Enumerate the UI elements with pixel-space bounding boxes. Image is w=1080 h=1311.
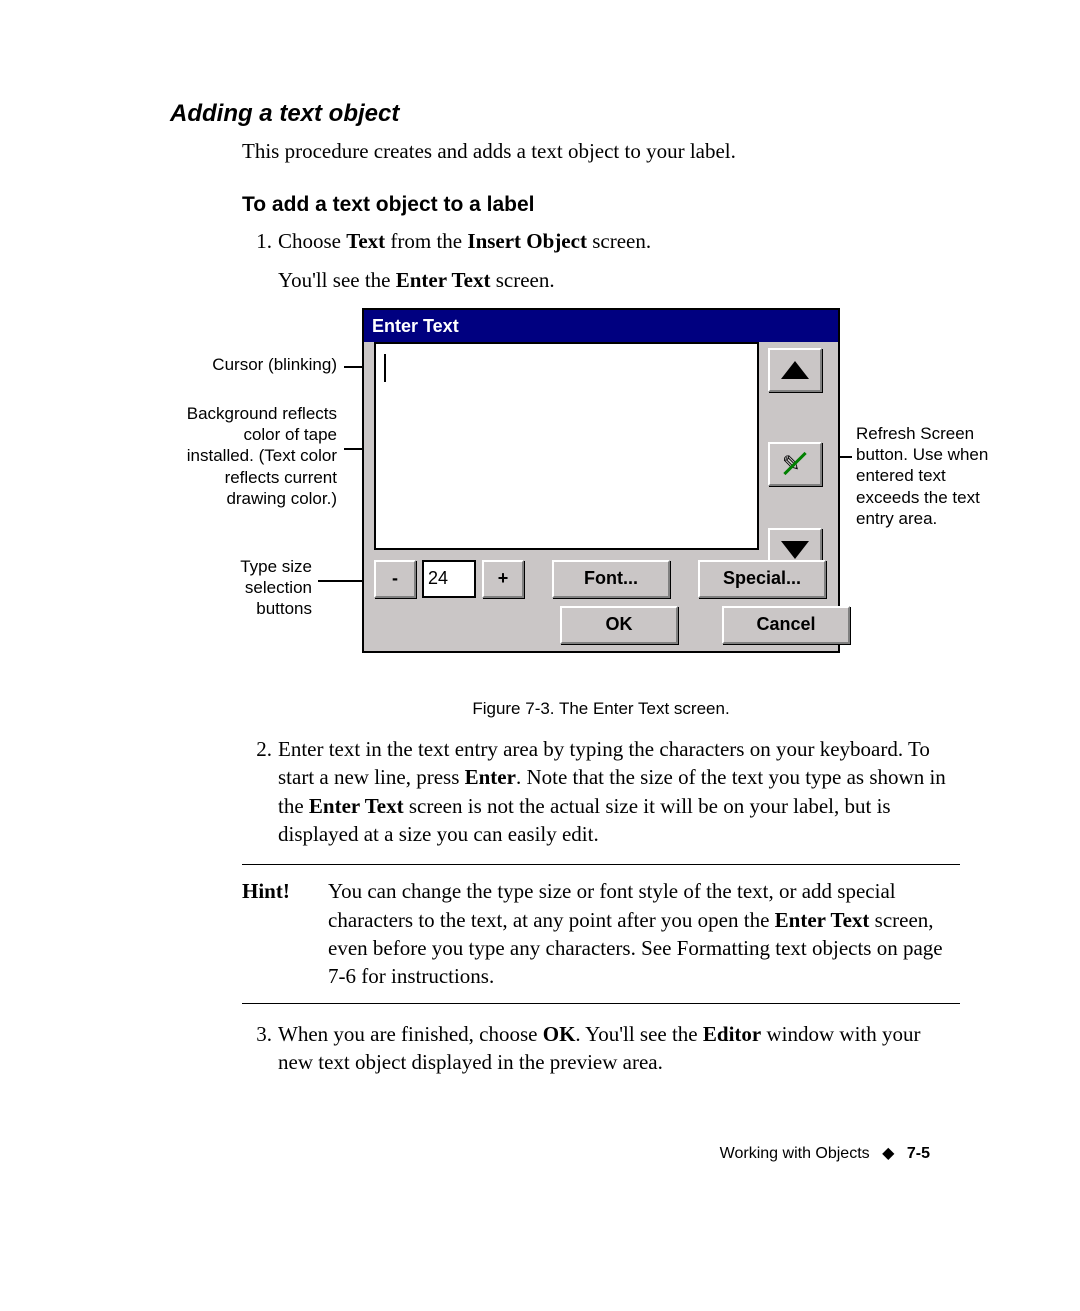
text-entry-area[interactable] <box>374 342 759 550</box>
button-row-bottom: OK Cancel <box>560 606 850 644</box>
hint-block: Hint! You can change the type size or fo… <box>242 864 960 1003</box>
step-2: 2. Enter text in the text entry area by … <box>242 735 960 848</box>
triangle-up-icon <box>781 361 809 379</box>
text: Choose <box>278 229 346 253</box>
scroll-up-button[interactable] <box>768 348 822 392</box>
text: screen. <box>490 268 554 292</box>
enter-text-dialog: Enter Text - 24 + Font... <box>362 308 840 653</box>
text: . You'll see the <box>575 1022 702 1046</box>
page-footer: Working with Objects ◆ 7-5 <box>720 1143 930 1163</box>
triangle-down-icon <box>781 541 809 559</box>
bold-text: Text <box>346 229 385 253</box>
subsection-heading: To add a text object to a label <box>242 193 960 217</box>
text-cursor-icon <box>384 354 386 382</box>
size-field[interactable]: 24 <box>422 560 476 598</box>
bold-text: Enter Text <box>309 794 404 818</box>
refresh-screen-button[interactable] <box>768 442 822 486</box>
step-number: 2. <box>242 735 278 763</box>
callout-refresh: Refresh Screen button. Use when entered … <box>856 423 1006 529</box>
procedure-list: 1. Choose Text from the Insert Object sc… <box>242 227 960 848</box>
step-number: 3. <box>242 1020 278 1048</box>
step-number: 1. <box>242 227 278 255</box>
ok-button[interactable]: OK <box>560 606 678 644</box>
button-row-top: - 24 + Font... Special... <box>374 560 826 598</box>
callout-typesize: Type size selection buttons <box>192 556 312 620</box>
size-decrease-button[interactable]: - <box>374 560 416 598</box>
text: You'll see the <box>278 268 396 292</box>
callout-background: Background reflects color of tape instal… <box>182 403 337 509</box>
special-button[interactable]: Special... <box>698 560 826 598</box>
step-body: Enter text in the text entry area by typ… <box>278 735 960 848</box>
refresh-icon <box>782 451 808 477</box>
section-heading: Adding a text object <box>170 100 960 128</box>
step-body: Choose Text from the Insert Object scree… <box>278 227 960 294</box>
step-body: When you are finished, choose OK. You'll… <box>278 1020 960 1077</box>
text: screen. <box>587 229 651 253</box>
manual-page: Adding a text object This procedure crea… <box>0 0 1080 1311</box>
text: from the <box>385 229 467 253</box>
figure-caption: Figure 7-3. The Enter Text screen. <box>242 698 960 721</box>
bold-text: Enter Text <box>396 268 491 292</box>
intro-paragraph: This procedure creates and adds a text o… <box>242 138 960 165</box>
hint-label: Hint! <box>242 877 328 990</box>
text: When you are finished, choose <box>278 1022 543 1046</box>
step-3: 3. When you are finished, choose OK. You… <box>242 1020 960 1077</box>
font-button[interactable]: Font... <box>552 560 670 598</box>
bold-text: Insert Object <box>467 229 587 253</box>
dialog-titlebar: Enter Text <box>364 310 838 342</box>
bold-text: Enter <box>465 765 516 789</box>
hint-body: You can change the type size or font sty… <box>328 877 960 990</box>
callout-cursor: Cursor (blinking) <box>187 354 337 375</box>
bold-text: Editor <box>703 1022 761 1046</box>
cancel-button[interactable]: Cancel <box>722 606 850 644</box>
step-1: 1. Choose Text from the Insert Object sc… <box>242 227 960 294</box>
procedure-list-continued: 3. When you are finished, choose OK. You… <box>242 1020 960 1077</box>
bold-text: Enter Text <box>775 908 870 932</box>
footer-chapter: Working with Objects <box>720 1145 870 1162</box>
diamond-icon: ◆ <box>882 1143 894 1163</box>
footer-page-number: 7-5 <box>907 1145 930 1162</box>
bold-text: OK <box>543 1022 576 1046</box>
figure: Cursor (blinking) Background reflects co… <box>192 308 1012 688</box>
size-increase-button[interactable]: + <box>482 560 524 598</box>
